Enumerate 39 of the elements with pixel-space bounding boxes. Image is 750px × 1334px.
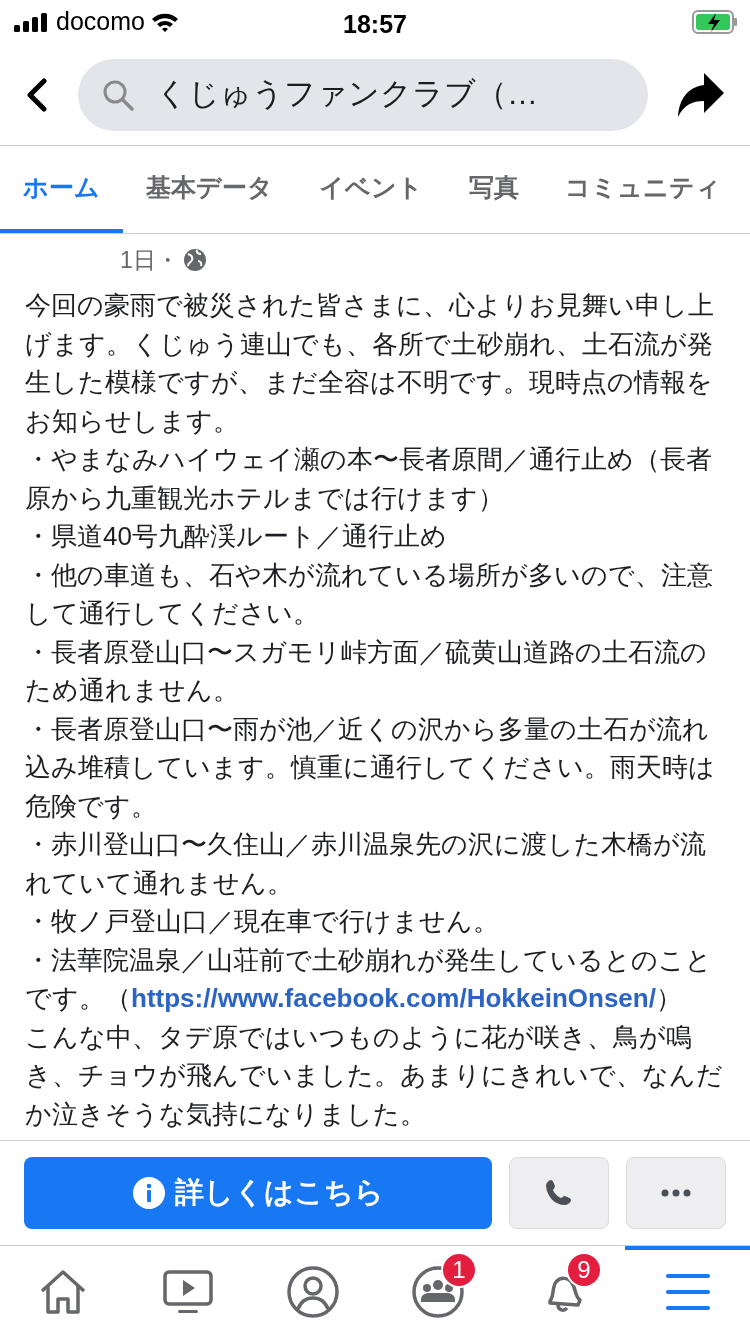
tab[interactable]: イベント: [296, 146, 446, 233]
phone-icon: [544, 1178, 574, 1208]
search-field[interactable]: くじゅうファンクラブ（…: [78, 58, 648, 131]
carrier-name: docomo: [56, 6, 145, 38]
more-info-button[interactable]: 詳しくはこちら: [24, 1157, 492, 1229]
post-text: ・長者原登山口〜雨が池／近くの沢から多量の土石が流れ込み堆積しています。慎重に通行してください。雨天時は危険です。: [25, 712, 716, 823]
info-icon: [132, 1177, 165, 1209]
nav-tab[interactable]: 1: [375, 1246, 500, 1334]
share-icon[interactable]: [676, 70, 726, 119]
post-link[interactable]: https://www.facebook.com/HokkeinOnsen/: [131, 983, 656, 1013]
post-text: ・県道40号九酔渓ルート／通行止め: [25, 520, 448, 553]
more-icon: [661, 1189, 691, 1197]
battery-icon: [692, 10, 738, 34]
tab[interactable]: コミュニティ: [542, 146, 744, 233]
post-text: 今回の豪雨で被災された皆さまに、心よりお見舞い申し上げます。くじゅう連山でも、各所で土砂崩れ、土石流が発生した模様ですが、まだ全容は不明です。現時点の情報をお知らせします。: [25, 289, 715, 438]
post-text: ・やまなみハイウェイ瀬の本〜長者原間／通行止め（長者原から九重観光ホテルまでは行けます）: [25, 443, 713, 515]
post-text: ・法華院温泉／山荘前で土砂崩れが発生しているとのことです。（https://www.facebook.com/HokkeinOnsen/）: [25, 943, 713, 1015]
profile-icon: [286, 1266, 339, 1318]
search-icon: [102, 78, 134, 111]
tab[interactable]: 写真: [446, 146, 542, 233]
post-text: ・赤川登山口〜久住山／赤川温泉先の沢に渡した木橋が流れていて通れません。: [25, 828, 707, 900]
tab[interactable]: ホーム: [0, 146, 123, 233]
post-text: ・長者原登山口〜スガモリ峠方面／硫黄山道路の土石流のため通れません。: [25, 635, 708, 707]
wifi-icon: [150, 11, 179, 33]
clock-time: 18:57: [343, 9, 407, 40]
signal-icon: [14, 12, 50, 32]
back-icon[interactable]: [24, 77, 50, 112]
video-icon: [162, 1269, 213, 1315]
notification-badge: 1: [441, 1252, 477, 1288]
menu-icon: [665, 1273, 710, 1311]
tab[interactable]: 基本データ: [123, 146, 296, 233]
notification-badge: 9: [566, 1252, 602, 1288]
nav-tab[interactable]: 9: [500, 1246, 625, 1334]
call-button[interactable]: [509, 1157, 609, 1229]
globe-icon: [182, 248, 207, 272]
post-text: ・他の車道も、石や木が流れている場所が多いので、注意して通行してください。: [25, 558, 714, 630]
post-time: 1日・: [120, 245, 179, 275]
post-text: こんな中、タデ原ではいつものように花が咲き、鳥が鳴き、チョウが飛んでいました。あまりにきれいで、なんだか泣きそうな気持になりました。: [25, 1020, 724, 1131]
post-text: ・牧ノ戸登山口／現在車で行けません。: [25, 905, 500, 938]
